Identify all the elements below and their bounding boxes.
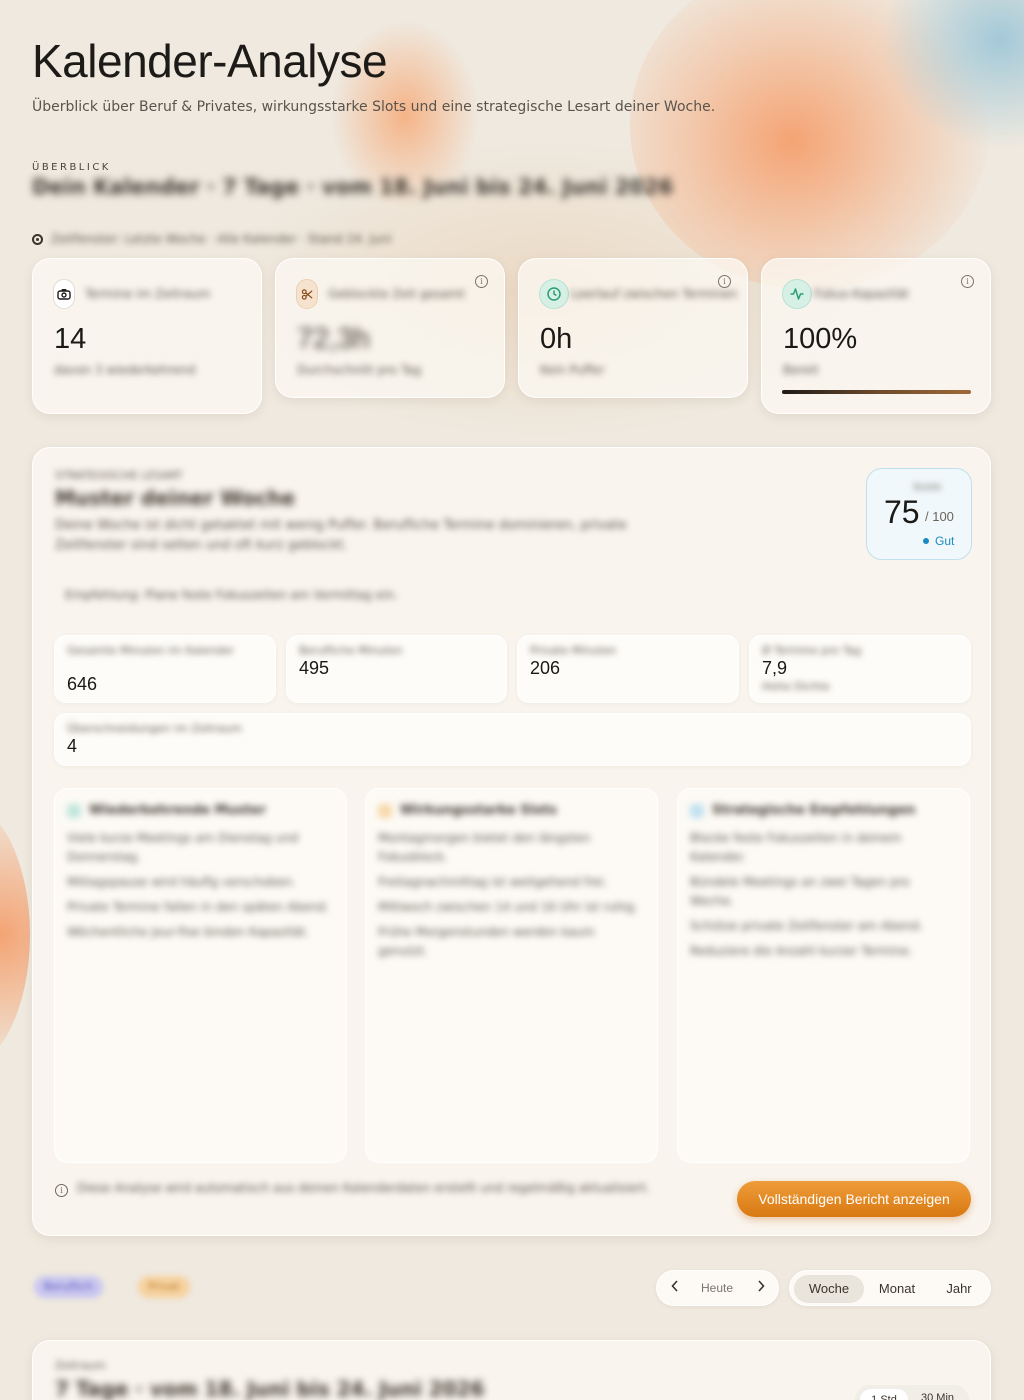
kpi-card-appointments: Termine im Zeitraum 14 davon 3 wiederkeh… <box>32 258 262 414</box>
stat-card-wide: Überschneidungen im Zeitraum 4 <box>54 713 971 766</box>
timeline-title: 7 Tage · vom 18. Juni bis 24. Juni 2026 <box>55 1377 485 1400</box>
today-button[interactable]: Heute <box>701 1281 733 1295</box>
kpi-card-focus-capacity: i Fokus-Kapazität 100% Bereit <box>761 258 991 414</box>
score-value: 75 <box>884 494 920 530</box>
stat-value: 495 <box>299 658 330 678</box>
stat-value: 4 <box>67 736 78 756</box>
score-label: Score <box>913 482 942 493</box>
slots-icon <box>378 803 392 818</box>
stat-label: Gesamte Minuten im Kalender <box>67 644 235 657</box>
column-line: Freitagnachmittag ist weitgehend frei. <box>378 875 608 889</box>
column-line: Wöchentliche Jour-fixe binden Kapazität. <box>67 925 310 939</box>
activity-icon <box>782 279 812 309</box>
analysis-title: Muster deiner Woche <box>55 486 296 510</box>
granularity-hour[interactable]: 1 Std <box>860 1389 908 1400</box>
column-title: Wirkungsstarke Slots <box>400 803 557 818</box>
stat-value: 646 <box>67 674 98 694</box>
stat-card: Gesamte Minuten im Kalender 646 <box>54 635 276 703</box>
kpi-value: 0h <box>540 323 573 355</box>
stat-card: Ø Termine pro Tag 7,9 Hohe Dichte <box>749 635 971 703</box>
chevron-right-icon[interactable] <box>756 1279 766 1297</box>
timeline-card: Zeitraum 7 Tage · vom 18. Juni bis 24. J… <box>32 1340 991 1400</box>
stat-value: 206 <box>530 658 561 678</box>
analysis-eyebrow: STRATEGISCHE LESART <box>55 469 183 482</box>
kpi-label: Termine im Zeitraum <box>85 287 211 301</box>
score-badge: Score 75 / 100 Gut <box>866 468 972 560</box>
stat-label: Überschneidungen im Zeitraum <box>67 722 242 735</box>
overview-note-text: Zeitfenster: Letzte Woche · Alle Kalende… <box>51 232 392 246</box>
analysis-description: Deine Woche ist dicht getaktet mit wenig… <box>55 518 627 553</box>
kpi-sub: Kein Puffer <box>540 363 605 377</box>
focus-progress-fill <box>782 390 971 394</box>
kpi-label: Geblockte Zeit gesamt <box>328 287 465 301</box>
focus-progress-bar <box>782 390 971 394</box>
stat-label: Ø Termine pro Tag <box>762 644 862 657</box>
analysis-footer-note: Diese Analyse wird automatisch aus deine… <box>77 1181 650 1195</box>
view-week[interactable]: Woche <box>794 1275 864 1303</box>
column-line: Mittagspause wird häufig verschoben. <box>67 875 296 889</box>
column-line: Mittwoch zwischen 14 und 16 Uhr ist ruhi… <box>378 900 638 914</box>
kpi-sub: Bereit <box>783 363 819 377</box>
granularity-switcher: 1 Std 30 Min <box>855 1385 969 1400</box>
column-title: Strategische Empfehlungen <box>712 803 916 818</box>
date-navigator: Heute <box>656 1270 779 1306</box>
column-line: Montagmorgen bietet den längsten Fokusbl… <box>378 831 591 864</box>
kpi-value: 72,3h <box>297 323 370 355</box>
kpi-sub: davon 3 wiederkehrend <box>54 363 196 377</box>
stat-value: 7,9 <box>762 658 788 678</box>
chevron-left-icon[interactable] <box>670 1279 680 1297</box>
kpi-label: Fokus-Kapazität <box>814 287 909 301</box>
insight-column-patterns: Wiederkehrende Muster Viele kurze Meetin… <box>54 788 347 1163</box>
kpi-label: Leerlauf zwischen Terminen <box>571 287 738 301</box>
column-line: Blocke feste Fokuszeiten in deinem Kalen… <box>690 831 902 864</box>
kpi-card-blocked-time: i Geblockte Zeit gesamt 72,3h Durchschni… <box>275 258 505 398</box>
insight-column-slots: Wirkungsstarke Slots Montagmorgen bietet… <box>365 788 658 1163</box>
column-line: Viele kurze Meetings am Dienstag und Don… <box>67 831 299 864</box>
kpi-card-idle-time: i Leerlauf zwischen Terminen 0h Kein Puf… <box>518 258 748 398</box>
analysis-card: STRATEGISCHE LESART Muster deiner Woche … <box>32 447 991 1236</box>
overview-eyebrow: ÜBERBLICK <box>32 162 111 173</box>
view-switcher: Woche Monat Jahr <box>789 1270 991 1306</box>
score-status: Gut <box>935 534 955 548</box>
column-line: Schütze private Zeitfenster am Abend. <box>690 919 923 933</box>
filter-tag-private[interactable]: Privat <box>138 1276 190 1298</box>
filter-tag-work[interactable]: Beruflich <box>34 1276 103 1298</box>
view-month[interactable]: Monat <box>868 1275 926 1303</box>
info-icon[interactable]: i <box>55 1184 68 1197</box>
stat-sub: Hohe Dichte <box>762 680 830 693</box>
status-dot <box>923 538 929 544</box>
kpi-value: 14 <box>54 323 87 355</box>
stat-card: Berufliche Minuten 495 <box>286 635 507 703</box>
stat-label: Berufliche Minuten <box>299 644 403 657</box>
target-icon <box>32 233 43 245</box>
view-year[interactable]: Jahr <box>930 1275 988 1303</box>
scissors-icon <box>296 279 318 309</box>
stat-label: Private Minuten <box>530 644 617 657</box>
analysis-recommendation: Empfehlung: Plane feste Fokuszeiten am V… <box>65 588 398 602</box>
column-title: Wiederkehrende Muster <box>89 803 267 818</box>
full-report-button[interactable]: Vollständigen Bericht anzeigen <box>737 1181 971 1217</box>
granularity-30min[interactable]: 30 Min <box>921 1392 954 1400</box>
page-subtitle: Überblick über Beruf & Privates, wirkung… <box>32 99 716 115</box>
kpi-value: 100% <box>783 323 858 355</box>
analysis-page: Kalender-Analyse Überblick über Beruf & … <box>0 0 1024 1400</box>
insight-column-recommendations: Strategische Empfehlungen Blocke feste F… <box>677 788 970 1163</box>
page-title: Kalender-Analyse <box>32 35 388 87</box>
clock-icon <box>539 279 569 309</box>
column-line: Private Termine fallen in den späten Abe… <box>67 900 330 914</box>
stat-card: Private Minuten 206 <box>517 635 739 703</box>
column-line: Frühe Morgenstunden werden kaum genutzt. <box>378 925 595 958</box>
overview-note: Zeitfenster: Letzte Woche · Alle Kalende… <box>32 232 392 246</box>
recommendations-icon <box>690 803 704 818</box>
column-line: Reduziere die Anzahl kurzer Termine. <box>690 944 913 958</box>
overview-heading: Dein Kalender · 7 Tage · vom 18. Juni bi… <box>32 175 674 199</box>
info-icon[interactable]: i <box>961 275 974 288</box>
camera-icon <box>53 279 75 309</box>
patterns-icon <box>67 803 81 818</box>
timeline-label: Zeitraum <box>55 1359 106 1372</box>
column-line: Bündele Meetings an zwei Tagen pro Woche… <box>690 875 910 908</box>
info-icon[interactable]: i <box>475 275 488 288</box>
kpi-sub: Durchschnitt pro Tag <box>297 363 422 377</box>
score-max: / 100 <box>925 509 954 524</box>
